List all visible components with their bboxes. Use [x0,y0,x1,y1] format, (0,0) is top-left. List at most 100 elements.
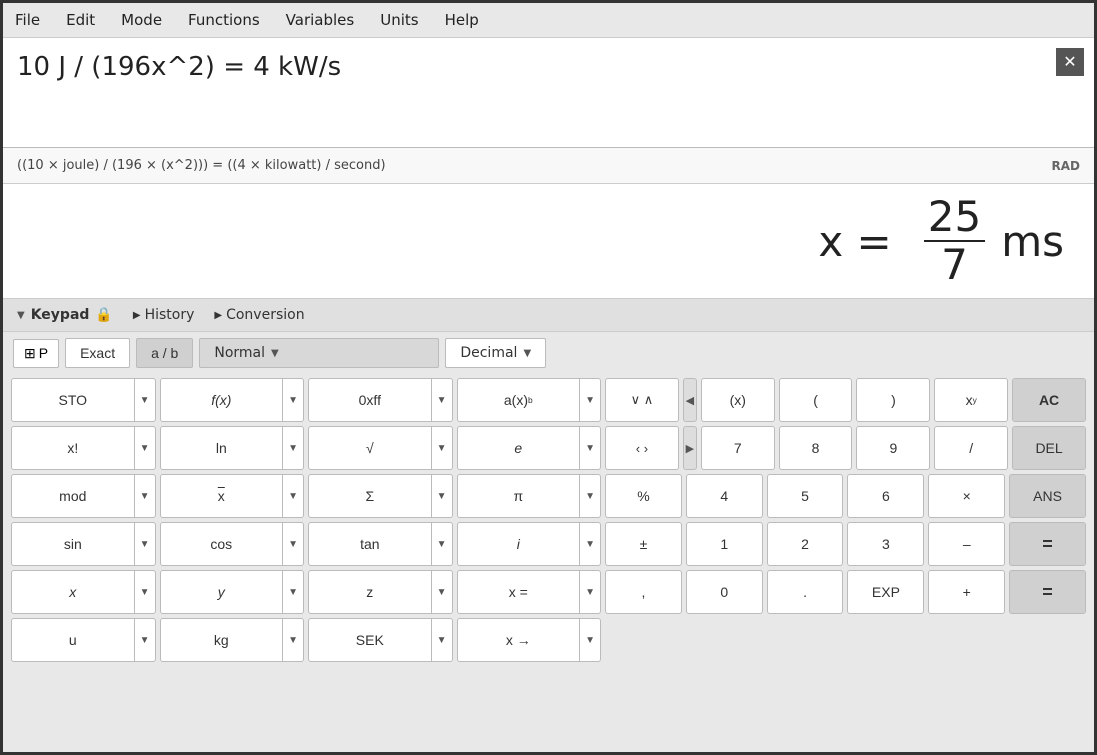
tan-key[interactable]: tan [308,522,432,566]
del-key[interactable]: DEL [1012,426,1086,470]
axb-dropdown[interactable]: ▼ [580,378,601,422]
power-key[interactable]: xy [934,378,1008,422]
ans-key[interactable]: ANS [1009,474,1086,518]
expression-input[interactable] [17,52,1080,82]
xarrow-dropdown[interactable]: ▼ [580,618,601,662]
plus-key[interactable]: + [928,570,1005,614]
key-1[interactable]: 1 [686,522,763,566]
mod-key[interactable]: mod [11,474,135,518]
key-3[interactable]: 3 [847,522,924,566]
fx-dropdown[interactable]: ▼ [283,378,304,422]
fx-key[interactable]: f(x) [160,378,284,422]
pi-key-group: π ▼ [457,474,602,518]
mod-dropdown[interactable]: ▼ [135,474,156,518]
divide-key[interactable]: / [934,426,1008,470]
menu-units[interactable]: Units [376,9,422,31]
x-dropdown[interactable]: ▼ [135,570,156,614]
ln-dropdown[interactable]: ▼ [283,426,304,470]
sqrt-key[interactable]: √ [308,426,432,470]
sigma-dropdown[interactable]: ▼ [432,474,453,518]
ln-key[interactable]: ln [160,426,284,470]
z-dropdown[interactable]: ▼ [432,570,453,614]
comma-key[interactable]: , [605,570,682,614]
sin-key[interactable]: sin [11,522,135,566]
key-4[interactable]: 4 [686,474,763,518]
u-dropdown[interactable]: ▼ [135,618,156,662]
key-2[interactable]: 2 [767,522,844,566]
sto-key[interactable]: STO [11,378,135,422]
axb-key[interactable]: a(x)b [457,378,581,422]
conversion-toggle[interactable]: ▶ Conversion [214,307,304,323]
e-dropdown[interactable]: ▼ [580,426,601,470]
plusminus-key[interactable]: ± [605,522,682,566]
tan-dropdown[interactable]: ▼ [432,522,453,566]
sqrt-dropdown[interactable]: ▼ [432,426,453,470]
key-5[interactable]: 5 [767,474,844,518]
open-paren-key[interactable]: ( [779,378,853,422]
key-9[interactable]: 9 [856,426,930,470]
sigma-key[interactable]: Σ [308,474,432,518]
key-0[interactable]: 0 [686,570,763,614]
menu-edit[interactable]: Edit [62,9,99,31]
ab-button[interactable]: a / b [136,338,193,368]
kg-key[interactable]: kg [160,618,284,662]
close-paren-key[interactable]: ) [856,378,930,422]
p-button[interactable]: ⊞ P [13,339,59,368]
cos-key[interactable]: cos [160,522,284,566]
e-key[interactable]: e [457,426,581,470]
collapse-right-btn2[interactable]: ▶ [683,426,697,470]
sek-dropdown[interactable]: ▼ [432,618,453,662]
xbar-dropdown[interactable]: ▼ [283,474,304,518]
menu-file[interactable]: File [11,9,44,31]
paren-x-key[interactable]: (x) [701,378,775,422]
xeq-key[interactable]: x = [457,570,581,614]
keypad-collapse-icon[interactable]: ▼ [17,310,25,321]
xeq-dropdown[interactable]: ▼ [580,570,601,614]
up-down-nav[interactable]: ∨ ∧ [605,378,679,422]
menu-variables[interactable]: Variables [282,9,359,31]
exact-button[interactable]: Exact [65,338,130,368]
sin-dropdown[interactable]: ▼ [135,522,156,566]
x-key[interactable]: x [11,570,135,614]
kg-dropdown[interactable]: ▼ [283,618,304,662]
equals-key-2[interactable]: = [1009,570,1086,614]
sto-dropdown[interactable]: ▼ [135,378,156,422]
key-7[interactable]: 7 [701,426,775,470]
hex-dropdown[interactable]: ▼ [432,378,453,422]
history-toggle[interactable]: ▶ History [133,307,195,323]
ac-key[interactable]: AC [1012,378,1086,422]
exp-key[interactable]: EXP [847,570,924,614]
sek-key[interactable]: SEK [308,618,432,662]
normal-dropdown[interactable]: Normal ▼ [199,338,439,368]
percent-key[interactable]: % [605,474,682,518]
key-6[interactable]: 6 [847,474,924,518]
xfact-dropdown[interactable]: ▼ [135,426,156,470]
decimal-key[interactable]: . [767,570,844,614]
key-8[interactable]: 8 [779,426,853,470]
collapse-right-btn[interactable]: ◀ [683,378,697,422]
menu-functions[interactable]: Functions [184,9,264,31]
multiply-key[interactable]: × [928,474,1005,518]
xbar-key[interactable]: x [160,474,284,518]
xfact-key[interactable]: x! [11,426,135,470]
left-right-nav[interactable]: ‹ › [605,426,679,470]
y-dropdown[interactable]: ▼ [283,570,304,614]
decimal-dropdown[interactable]: Decimal ▼ [445,338,546,368]
xarrow-key[interactable]: x → [457,618,581,662]
clear-button[interactable]: ✕ [1056,48,1084,76]
menu-mode[interactable]: Mode [117,9,166,31]
i-key[interactable]: i [457,522,581,566]
pi-dropdown[interactable]: ▼ [580,474,601,518]
z-key[interactable]: z [308,570,432,614]
cos-dropdown[interactable]: ▼ [283,522,304,566]
equals-key[interactable]: = [1009,522,1086,566]
lock-icon[interactable]: 🔒 [95,307,112,323]
minus-key[interactable]: – [928,522,1005,566]
y-key[interactable]: y [160,570,284,614]
pi-key[interactable]: π [457,474,581,518]
menu-help[interactable]: Help [441,9,483,31]
i-dropdown[interactable]: ▼ [580,522,601,566]
hex-key[interactable]: 0xff [308,378,432,422]
u-key[interactable]: u [11,618,135,662]
key-row-5: x ▼ y ▼ z ▼ x = ▼ [11,570,601,614]
